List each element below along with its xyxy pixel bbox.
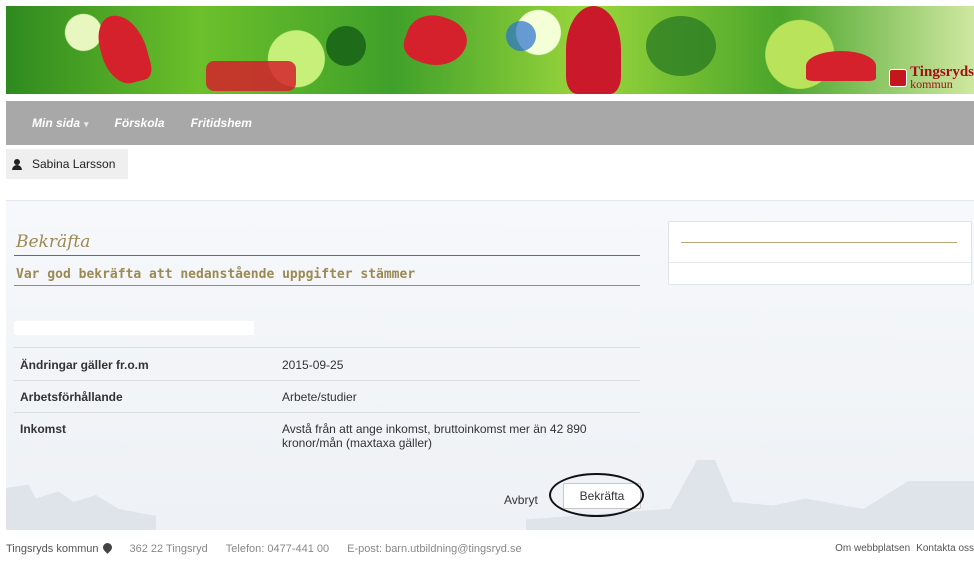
row-label: Arbetsförhållande bbox=[14, 380, 276, 413]
footer-link-contact[interactable]: Kontakta oss bbox=[916, 543, 974, 554]
side-panel bbox=[668, 221, 972, 285]
banner-decoration bbox=[399, 7, 473, 75]
form-subtitle: Var god bekräfta att nedanstående uppgif… bbox=[16, 267, 416, 282]
footer-link-about[interactable]: Om webbplatsen bbox=[835, 543, 910, 554]
footer-org[interactable]: Tingsryds kommun bbox=[6, 541, 114, 555]
row-label: Inkomst bbox=[14, 412, 276, 458]
confirm-form: Bekräfta Var god bekräfta att nedanståen… bbox=[6, 201, 646, 530]
summary-table: Ändringar gäller fr.o.m 2015-09-25 Arbet… bbox=[14, 347, 640, 458]
nav-item-fritidshem[interactable]: Fritidshem bbox=[191, 116, 252, 130]
banner-decoration bbox=[206, 61, 296, 91]
form-actions: Avbryt Bekräfta bbox=[6, 473, 646, 523]
table-row: Arbetsförhållande Arbete/studier bbox=[14, 380, 640, 413]
banner-decoration bbox=[506, 21, 536, 51]
banner-decoration bbox=[92, 9, 155, 89]
banner-decoration bbox=[326, 26, 366, 66]
nav-item-forskola[interactable]: Förskola bbox=[115, 116, 165, 130]
divider bbox=[14, 255, 640, 256]
main-nav: Min sida ▾ Förskola Fritidshem bbox=[6, 101, 974, 145]
user-icon bbox=[12, 158, 22, 170]
banner-decoration bbox=[566, 6, 621, 94]
municipality-logo[interactable]: Tingsryds kommun bbox=[889, 65, 974, 91]
footer-org-label: Tingsryds kommun bbox=[6, 543, 99, 555]
user-name: Sabina Larsson bbox=[32, 157, 116, 171]
map-pin-icon bbox=[100, 541, 114, 554]
page-title: Bekräfta bbox=[16, 232, 91, 252]
row-label: Ändringar gäller fr.o.m bbox=[14, 347, 276, 381]
crest-icon bbox=[889, 69, 908, 87]
user-tab[interactable]: Sabina Larsson bbox=[6, 149, 128, 179]
footer-contact: Tingsryds kommun 362 22 Tingsryd Telefon… bbox=[6, 541, 522, 555]
footer-links: Om webbplatsen Kontakta oss bbox=[835, 543, 974, 554]
divider bbox=[14, 285, 640, 286]
banner-decoration bbox=[646, 16, 716, 76]
footer-phone: Telefon: 0477-441 00 bbox=[225, 543, 330, 555]
cancel-link[interactable]: Avbryt bbox=[504, 493, 538, 507]
redacted-field bbox=[14, 321, 254, 335]
row-value: Avstå från att ange inkomst, bruttoinkom… bbox=[276, 412, 640, 458]
banner-decoration bbox=[806, 51, 876, 81]
footer-email[interactable]: E-post: barn.utbildning@tingsryd.se bbox=[347, 543, 521, 555]
table-row: Inkomst Avstå från att ange inkomst, bru… bbox=[14, 412, 640, 458]
nav-item-label: Min sida bbox=[32, 116, 81, 130]
footer: Tingsryds kommun 362 22 Tingsryd Telefon… bbox=[6, 540, 974, 560]
row-value: Arbete/studier bbox=[276, 380, 640, 413]
divider bbox=[669, 262, 971, 263]
row-value: 2015-09-25 bbox=[276, 347, 640, 381]
table-row: Ändringar gäller fr.o.m 2015-09-25 bbox=[14, 347, 640, 381]
footer-address: 362 22 Tingsryd bbox=[129, 543, 208, 555]
header-banner: Tingsryds kommun bbox=[6, 6, 974, 94]
main-content: Bekräfta Var god bekräfta att nedanståen… bbox=[6, 200, 974, 530]
logo-text: Tingsryds kommun bbox=[910, 65, 974, 91]
nav-item-min-sida[interactable]: Min sida ▾ bbox=[32, 116, 89, 130]
divider bbox=[681, 242, 957, 243]
confirm-button[interactable]: Bekräfta bbox=[563, 483, 641, 509]
chevron-down-icon: ▾ bbox=[84, 119, 89, 129]
